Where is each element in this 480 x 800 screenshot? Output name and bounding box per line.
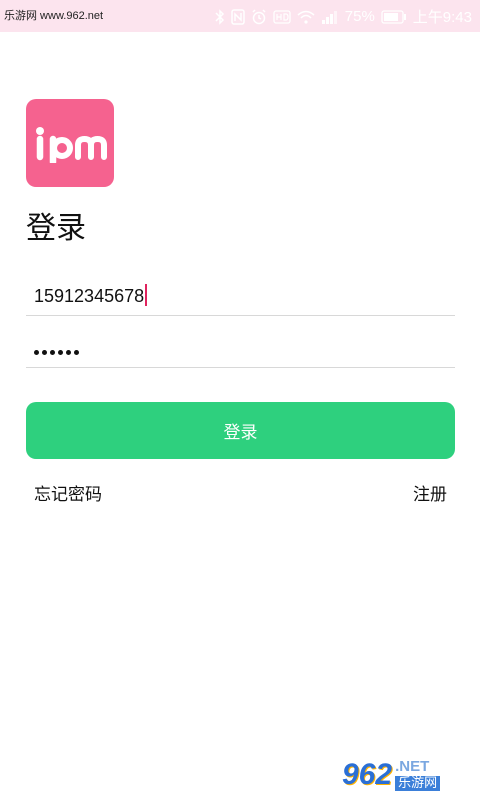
battery-icon	[381, 9, 407, 24]
watermark-name: 乐游网	[395, 776, 441, 791]
hd-icon	[273, 9, 291, 24]
clock-time: 上午9:43	[412, 9, 472, 26]
phone-input-text[interactable]: 15912345678	[34, 284, 148, 307]
phone-field[interactable]: 15912345678	[26, 264, 455, 316]
watermark-text: 乐游网 www.962.net	[4, 10, 104, 22]
bluetooth-icon	[215, 8, 225, 25]
watermark-right: .NET 乐游网	[395, 758, 441, 791]
password-dot	[50, 350, 55, 355]
watermark-badge: 962 .NET 乐游网	[342, 756, 472, 794]
password-dots	[34, 350, 79, 355]
signal-icon	[321, 10, 339, 24]
password-dot	[34, 350, 39, 355]
nfc-icon	[231, 8, 245, 25]
register-link[interactable]: 注册	[413, 480, 447, 505]
alarm-icon	[251, 8, 267, 25]
watermark-number: 962	[342, 758, 393, 791]
ipm-logo-graphic	[36, 127, 107, 163]
phone-value: 15912345678	[34, 286, 145, 306]
password-dot	[58, 350, 63, 355]
password-dot	[74, 350, 79, 355]
login-button[interactable]: 登录	[26, 402, 455, 459]
password-dot	[42, 350, 47, 355]
status-icons: 75% 上午9:43	[215, 6, 472, 27]
password-dot	[66, 350, 71, 355]
wifi-icon	[297, 10, 315, 24]
forgot-password-link[interactable]: 忘记密码	[34, 480, 102, 505]
status-bar: 乐游网 www.962.net 75% 上午9:43	[0, 0, 480, 32]
battery-percent: 75%	[344, 8, 375, 25]
watermark-suffix: .NET	[395, 758, 430, 775]
app-logo	[26, 99, 114, 187]
password-field[interactable]	[26, 316, 455, 368]
page-title: 登录	[26, 211, 86, 246]
text-caret	[145, 284, 148, 306]
